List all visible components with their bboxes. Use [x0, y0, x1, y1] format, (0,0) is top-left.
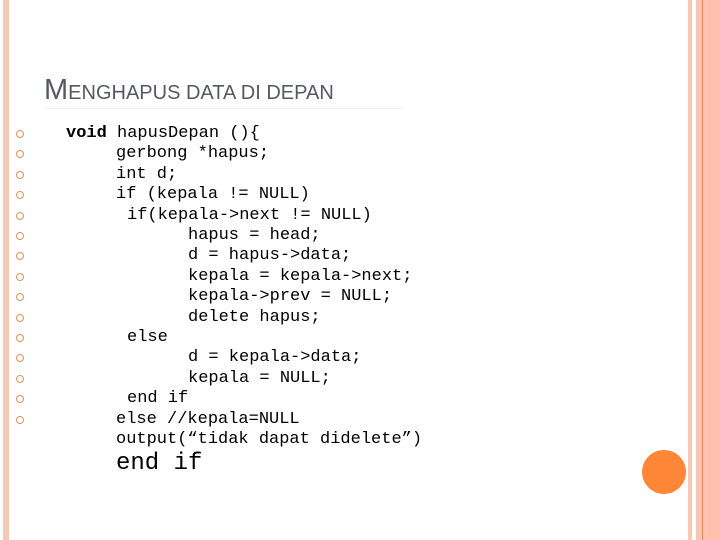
code-text: int d; [116, 164, 178, 184]
code-text: kepala->prev = NULL; [188, 287, 393, 307]
code-line: d = hapus->data; [188, 246, 351, 266]
code-line: kepala->prev = NULL; [188, 287, 392, 307]
code-text: d = kepala->data; [188, 348, 362, 368]
code-line: end if [116, 452, 202, 476]
right-border-stripe [688, 0, 692, 540]
code-text: else [127, 328, 168, 347]
code-line: d = kepala->data; [188, 348, 361, 368]
code-line: delete hapus; [188, 308, 321, 328]
bullet-icon [16, 313, 24, 322]
code-line: kepala = kepala->next; [188, 267, 412, 287]
bullet-icon [16, 334, 24, 342]
bullet-icon [16, 272, 24, 281]
code-text: output(“tidak dapat didelete”) [116, 430, 423, 449]
code-text: hapus = head; [188, 226, 321, 245]
code-line: end if [127, 389, 188, 409]
code-line: if(kepala->next != NULL) [127, 206, 372, 226]
bullet-icon [16, 374, 24, 383]
code-keyword: void [66, 124, 107, 143]
code-text: kepala = NULL; [188, 368, 331, 388]
code-line: else [127, 328, 168, 348]
bullet-icon [16, 211, 24, 220]
bullet-icon [16, 130, 24, 138]
right-border-band-inner [708, 0, 720, 540]
code-line: gerbong *hapus; [116, 144, 269, 164]
code-text: end if [116, 450, 203, 478]
title-rest: ENGHAPUS DATA DI DEPAN [68, 82, 334, 104]
bullet-icon [16, 232, 24, 240]
right-border-line [702, 0, 703, 540]
code-line: if (kepala != NULL) [116, 185, 310, 205]
code-line: int d; [116, 165, 177, 185]
bullet-icon [16, 150, 24, 159]
code-text: delete hapus; [188, 307, 321, 327]
code-line: kepala = NULL; [188, 369, 331, 389]
slide-title: MENGHAPUS DATA DI DEPAN [44, 74, 334, 107]
code-line: hapus = head; [188, 226, 321, 246]
code-text: if(kepala->next != NULL) [127, 205, 372, 225]
code-text: end if [127, 389, 189, 409]
code-text: hapusDepan (){ [106, 124, 260, 143]
code-text: else //kepala=NULL [116, 409, 300, 429]
title-initial: M [44, 74, 69, 106]
code-text: kepala = kepala->next; [188, 266, 413, 286]
bullet-icon [16, 354, 24, 363]
code-text: gerbong *hapus; [116, 144, 270, 164]
accent-circle [642, 450, 686, 494]
bullet-icon [16, 191, 24, 200]
title-divider [44, 108, 404, 109]
code-line: void hapusDepan (){ [66, 124, 260, 144]
code-line: else //kepala=NULL [116, 410, 300, 430]
bullet-icon [16, 293, 24, 302]
code-text: d = hapus->data; [188, 246, 352, 266]
left-border-bar [3, 0, 9, 540]
bullet-icon [16, 252, 24, 261]
bullet-icon [16, 395, 24, 404]
bullet-icon [16, 415, 24, 424]
code-text: if (kepala != NULL) [116, 185, 310, 205]
bullet-icon [16, 170, 24, 179]
code-line: output(“tidak dapat didelete”) [116, 430, 422, 450]
